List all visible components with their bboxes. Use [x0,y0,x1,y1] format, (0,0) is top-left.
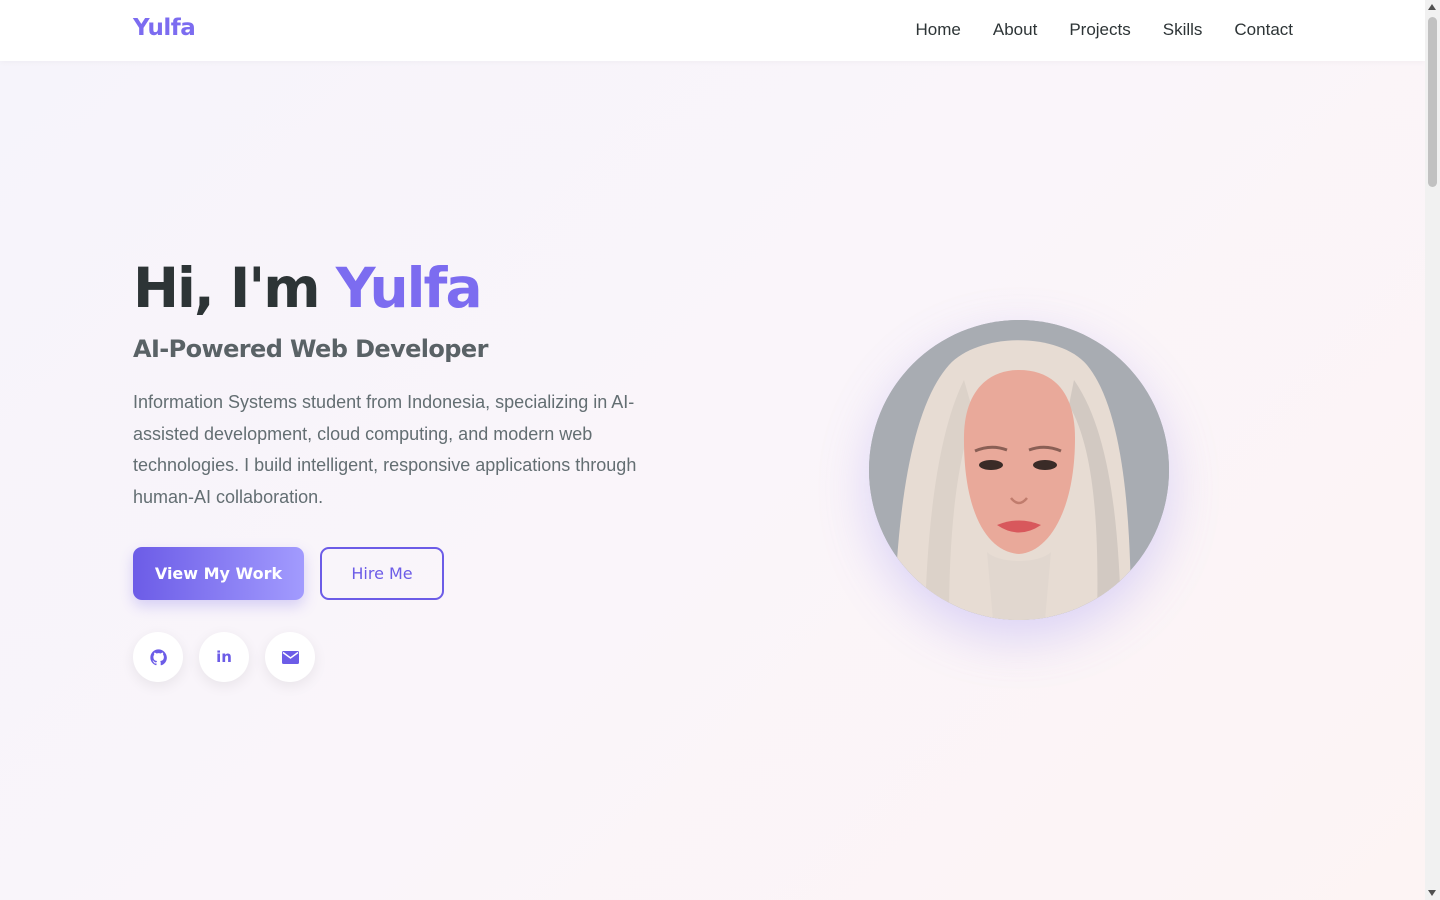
envelope-icon [281,650,299,664]
nav-link-home[interactable]: Home [916,20,961,40]
hero-title: Hi, I'm Yulfa [133,255,673,321]
cta-buttons: View My Work Hire Me [133,547,673,600]
profile-portrait [869,320,1169,620]
hero-description: Information Systems student from Indones… [133,392,637,507]
github-link[interactable] [133,632,183,682]
view-my-work-button[interactable]: View My Work [133,547,304,600]
linkedin-link[interactable]: in [199,632,249,682]
linkedin-icon: in [216,648,232,666]
logo[interactable]: Yulfa [133,15,196,41]
hero-greeting: Hi, I'm [133,256,336,320]
navbar: Yulfa Home About Projects Skills Contact [0,0,1425,61]
scroll-up-arrow-icon[interactable] [1428,4,1436,10]
nav-link-projects[interactable]: Projects [1069,20,1130,40]
email-link[interactable] [265,632,315,682]
scrollbar-thumb[interactable] [1428,17,1437,187]
hero-content: Hi, I'm Yulfa AI-Powered Web Developer I… [133,255,673,682]
profile-photo [869,320,1169,620]
nav-link-contact[interactable]: Contact [1234,20,1293,40]
hero-subtitle: AI-Powered Web Developer [133,335,488,363]
scroll-down-arrow-icon[interactable] [1428,890,1436,896]
social-links: in [133,632,673,682]
github-icon [149,648,167,665]
scrollbar[interactable] [1425,0,1440,900]
nav-link-about[interactable]: About [993,20,1037,40]
nav-link-skills[interactable]: Skills [1163,20,1203,40]
hero-name: Yulfa [335,256,483,320]
nav-links: Home About Projects Skills Contact [916,20,1293,40]
hire-me-button[interactable]: Hire Me [320,547,444,600]
